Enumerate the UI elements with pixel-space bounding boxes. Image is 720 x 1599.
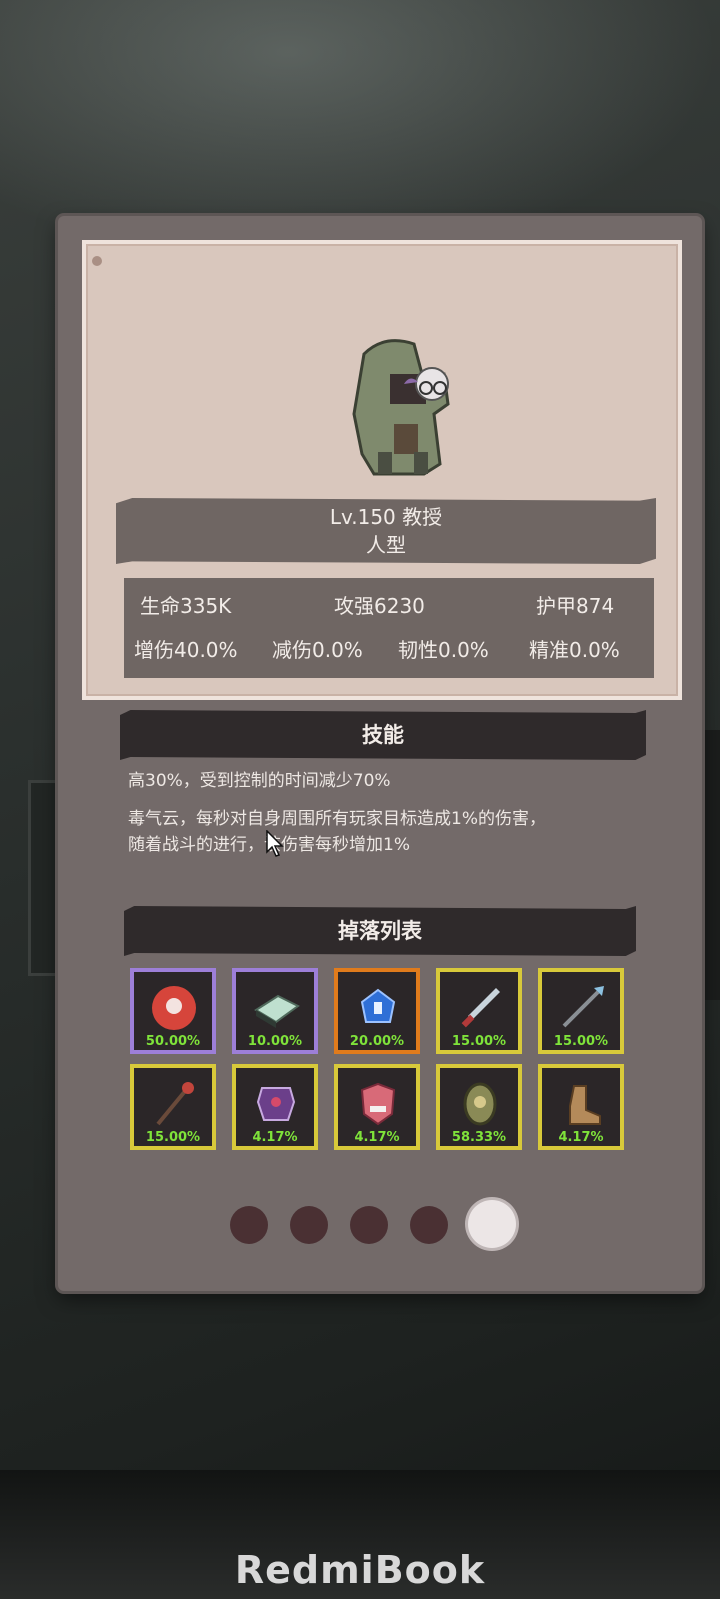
stat-armor: 护甲874 xyxy=(536,594,615,618)
spear-icon xyxy=(562,986,604,1028)
drop-rate: 10.00% xyxy=(247,1034,303,1049)
mouse-cursor-icon xyxy=(266,830,284,857)
drop-rate: 58.33% xyxy=(451,1130,507,1145)
drop-slot-10[interactable]: 4.17% xyxy=(538,1064,624,1150)
drop-slot-3[interactable]: 20.00% xyxy=(334,968,420,1054)
staff-icon xyxy=(156,1082,194,1126)
stat-attack: 攻强6230 xyxy=(334,594,425,618)
stats-box: 生命335K 攻强6230 护甲874 增伤40.0% 减伤0.0% 韧性0.0… xyxy=(124,578,654,678)
drop-rate: 20.00% xyxy=(349,1034,405,1049)
boot-icon xyxy=(569,1085,601,1125)
drop-slot-4[interactable]: 15.00% xyxy=(436,968,522,1054)
stat-toughness: 韧性0.0% xyxy=(398,638,489,662)
drop-grid: 50.00% 10.00% 20.00% 15.00% 15.00% 15.00… xyxy=(130,968,630,1156)
armor-icon xyxy=(256,1087,296,1121)
page-dot-5-active[interactable] xyxy=(468,1200,516,1248)
drop-slot-7[interactable]: 4.17% xyxy=(232,1064,318,1150)
stat-hp: 生命335K xyxy=(140,594,232,618)
drop-rate: 4.17% xyxy=(354,1130,400,1145)
sword-icon xyxy=(461,988,500,1028)
drop-slot-5[interactable]: 15.00% xyxy=(538,968,624,1054)
shield-icon xyxy=(463,1082,497,1126)
page-indicator xyxy=(228,1200,528,1248)
red-orb-icon xyxy=(152,986,196,1030)
skills-header: 技能 xyxy=(120,710,646,760)
drop-slot-6[interactable]: 15.00% xyxy=(130,1064,216,1150)
laptop-brand-logo: RedmiBook xyxy=(234,1548,486,1592)
page-dot-3[interactable] xyxy=(350,1206,388,1244)
drop-slot-2[interactable]: 10.00% xyxy=(232,968,318,1054)
book-icon xyxy=(254,994,300,1028)
character-level-name: Lv.150 教授 xyxy=(329,505,443,529)
drop-rate: 15.00% xyxy=(553,1034,609,1049)
skill-text-2: 毒气云，每秒对自身周围所有玩家目标造成1%的伤害， xyxy=(128,809,546,829)
page-dot-2[interactable] xyxy=(290,1206,328,1244)
skill-text-1: 高30%，受到控制的时间减少70% xyxy=(128,771,391,791)
mask-icon xyxy=(360,1082,396,1126)
drop-list-header: 掉落列表 xyxy=(124,906,636,956)
skill-text-3: 随着战斗的进行，该伤害每秒增加1% xyxy=(128,832,648,858)
drop-rate: 4.17% xyxy=(558,1130,604,1145)
drop-rate: 50.00% xyxy=(145,1034,201,1049)
character-card: Lv.150 教授 人型 生命335K 攻强6230 护甲874 增伤40.0%… xyxy=(82,240,682,700)
drop-rate: 15.00% xyxy=(145,1130,201,1145)
stat-damage-increase: 增伤40.0% xyxy=(134,638,238,662)
stats-row-2: 增伤40.0% 减伤0.0% 韧性0.0% 精准0.0% xyxy=(124,630,654,670)
stat-precision: 精准0.0% xyxy=(529,638,620,662)
drop-rate: 4.17% xyxy=(252,1130,298,1145)
professor-portrait-icon xyxy=(352,339,450,476)
page-dot-1[interactable] xyxy=(230,1206,268,1244)
character-type: 人型 xyxy=(366,533,406,557)
blue-gem-icon xyxy=(360,988,396,1023)
stats-row-1: 生命335K 攻强6230 护甲874 xyxy=(124,586,654,626)
page-dot-4[interactable] xyxy=(410,1206,448,1244)
boss-info-panel: Lv.150 教授 人型 生命335K 攻强6230 护甲874 增伤40.0%… xyxy=(58,216,702,1291)
drop-slot-9[interactable]: 58.33% xyxy=(436,1064,522,1150)
name-banner: Lv.150 教授 人型 xyxy=(116,498,656,564)
drop-slot-8[interactable]: 4.17% xyxy=(334,1064,420,1150)
drop-slot-1[interactable]: 50.00% xyxy=(130,968,216,1054)
stat-damage-reduction: 减伤0.0% xyxy=(272,638,363,662)
drop-rate: 15.00% xyxy=(451,1034,507,1049)
card-rivet xyxy=(92,256,102,266)
